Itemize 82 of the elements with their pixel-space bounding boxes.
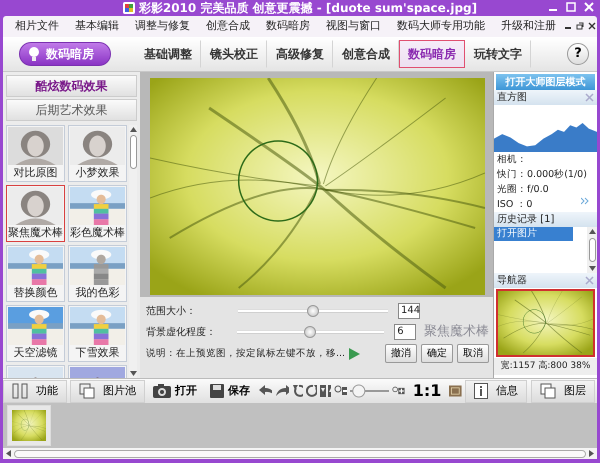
fit-icon[interactable]	[449, 384, 462, 398]
panel-tab[interactable]: 图片池	[70, 380, 145, 403]
zoom-out-icon[interactable]	[334, 385, 347, 398]
dialog-button[interactable]: 取消	[457, 344, 489, 364]
tab[interactable]: 玩转文字	[465, 40, 531, 68]
toolbar-button[interactable]: 保存	[205, 382, 255, 400]
effect-item[interactable]: 小梦效果	[68, 125, 127, 182]
menu-item[interactable]: 调整与修复	[127, 18, 198, 35]
scroll-thumb[interactable]	[130, 135, 136, 170]
slider-label: 背景虚化程度：	[146, 326, 217, 340]
menu-item[interactable]: 基本编辑	[67, 18, 127, 35]
scroll-right-icon[interactable]	[589, 450, 594, 458]
camera-icon	[153, 384, 171, 398]
scroll-left-icon[interactable]	[6, 450, 11, 458]
effect-item[interactable]: 下雪效果	[68, 305, 127, 362]
bulb-icon	[28, 46, 40, 62]
scrollbar[interactable]	[587, 227, 597, 274]
image-size: 宽:1157 高:800 38%	[494, 358, 597, 376]
tab[interactable]: 镜头校正	[201, 40, 267, 68]
help-button[interactable]: ?	[567, 42, 589, 65]
toolbar-button[interactable]: 打开	[148, 382, 202, 400]
effect-item[interactable]: 彩色魔术棒	[68, 185, 127, 242]
menu-item[interactable]: 数码大师专用功能	[389, 18, 493, 35]
slider-thumb[interactable]	[304, 326, 316, 338]
zoom-thumb[interactable]	[352, 384, 366, 398]
panel-title: 导航器	[497, 274, 527, 288]
more-icon[interactable]	[581, 197, 589, 206]
scrollbar[interactable]	[3, 448, 597, 459]
category-button[interactable]: 后期艺术效果	[6, 99, 137, 122]
rotate-right-icon[interactable]	[306, 384, 318, 398]
camera-info: 相机：	[497, 154, 527, 166]
slider-thumb[interactable]	[307, 305, 319, 318]
columns-icon	[12, 383, 28, 400]
panel-title: 直方图	[497, 90, 527, 106]
value-field[interactable]: 144	[398, 303, 420, 320]
tab[interactable]: 高级修复	[267, 40, 333, 68]
category-button[interactable]: 酷炫数码效果	[6, 75, 137, 98]
effect-item[interactable]: 替换颜色	[6, 245, 65, 302]
menu-item[interactable]: 创意合成	[198, 18, 258, 35]
menu-item[interactable]: 升级和注册	[493, 18, 564, 35]
scroll-thumb[interactable]	[588, 238, 596, 262]
history-item[interactable]: 打开图片	[494, 227, 573, 242]
effect-item[interactable]: 天空滤镜	[6, 305, 65, 362]
app-icon	[122, 2, 135, 14]
panel-title: 历史记录 [1]	[497, 212, 554, 228]
effect-item[interactable]: 我的色彩	[68, 245, 127, 302]
dialog-button[interactable]: 确定	[421, 344, 453, 364]
dialog-button[interactable]: 撤消	[385, 344, 417, 364]
maximize-icon[interactable]	[565, 1, 577, 13]
play-icon[interactable]	[348, 348, 360, 360]
flip-icon[interactable]	[320, 384, 332, 398]
menu-item[interactable]: 相片文件	[7, 18, 67, 35]
redo-icon[interactable]	[275, 384, 290, 398]
close-icon[interactable]	[588, 22, 596, 30]
tab[interactable]: 数码暗房	[399, 40, 465, 68]
tab[interactable]: 基础调整	[135, 40, 201, 68]
info-icon	[474, 383, 488, 400]
pictures-icon	[79, 383, 95, 400]
layers-icon	[540, 383, 556, 400]
window-title: 彩影2010 完美品质 创意更震撼 - [duote sum'space.jpg]	[138, 0, 478, 17]
effect-item[interactable]: 聚焦魔术棒	[6, 185, 65, 242]
mode-button[interactable]: 数码暗房	[19, 42, 111, 66]
camera-info: ISO ：0	[497, 198, 532, 212]
instruction-text: 说明：在上预览图，按定鼠标左键不放，移...	[146, 346, 346, 361]
effect-name: 聚焦魔术棒	[424, 323, 489, 342]
panel-button[interactable]: 信息	[465, 380, 527, 403]
camera-info: 光圈：f/0.0	[497, 184, 549, 196]
value-field[interactable]: 6	[394, 324, 416, 340]
zoom-slider[interactable]	[350, 384, 390, 398]
menu-item[interactable]: 视图与窗口	[318, 18, 389, 35]
actual-size-button[interactable]: 1:1	[408, 379, 446, 404]
panel-button[interactable]: 图层	[531, 380, 595, 403]
panel-tab[interactable]: 功能	[3, 380, 67, 403]
restore-icon[interactable]	[576, 22, 584, 30]
scroll-up-icon[interactable]	[130, 127, 136, 132]
scrollbar[interactable]	[129, 125, 137, 378]
slider-label: 范围大小：	[146, 304, 197, 319]
effect-item[interactable]: 对比原图	[6, 125, 65, 182]
menu-item[interactable]: 数码暗房	[258, 18, 318, 35]
camera-info: 快门：0.000秒(1/0)	[497, 169, 587, 180]
rotate-left-icon[interactable]	[292, 384, 304, 398]
save-icon	[210, 384, 224, 398]
